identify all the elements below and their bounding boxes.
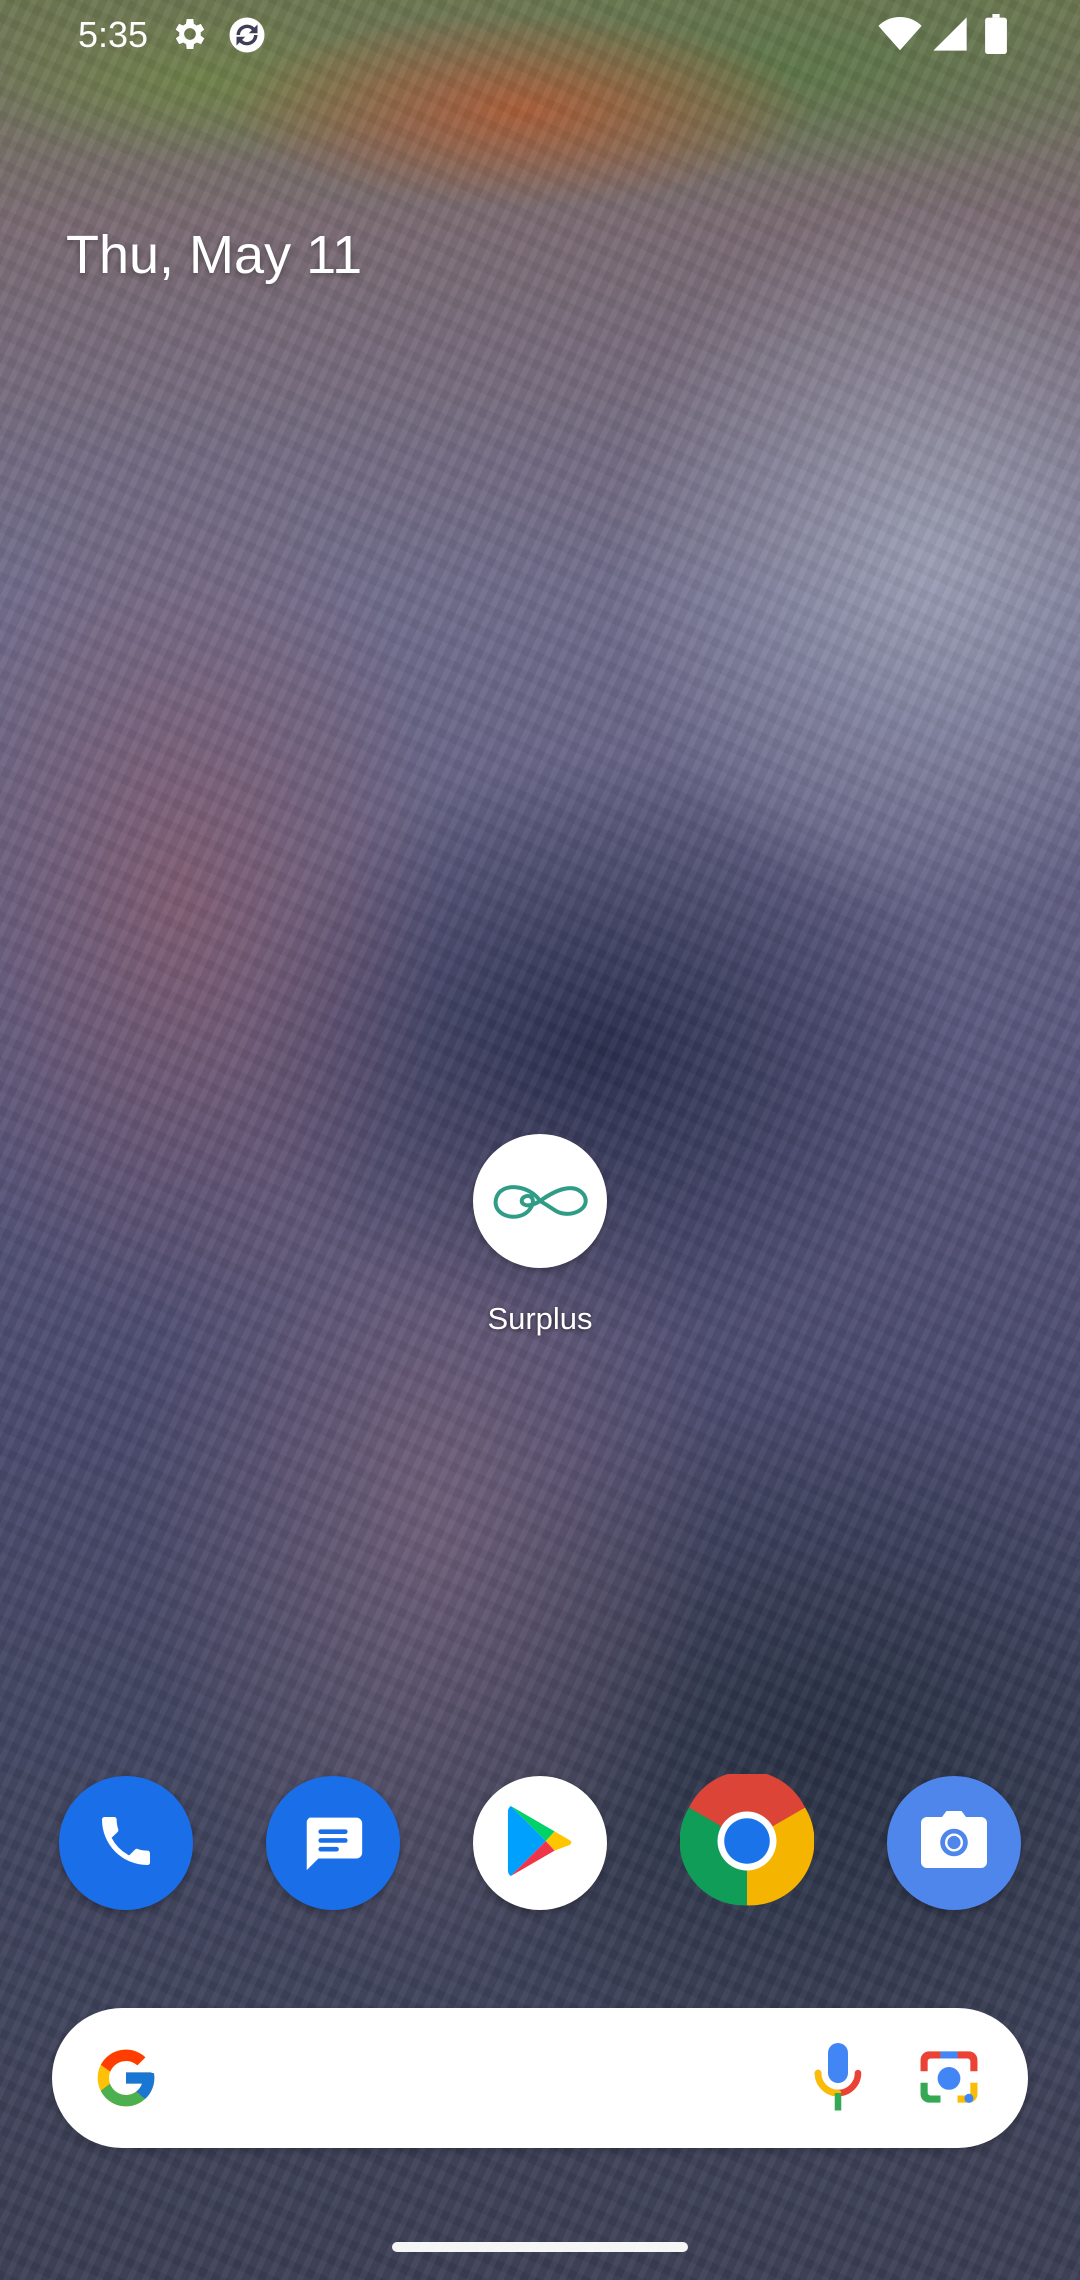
- wifi-icon: [878, 16, 922, 57]
- dock-phone-button[interactable]: [59, 1776, 193, 1910]
- status-bar: 5:35: [0, 0, 1080, 72]
- messages-icon: [298, 1806, 368, 1881]
- date-widget[interactable]: Thu, May 11: [66, 222, 362, 288]
- gear-icon: [170, 14, 210, 59]
- mic-icon[interactable]: [808, 2040, 868, 2121]
- status-time: 5:35: [78, 14, 149, 55]
- google-search-bar[interactable]: [52, 2008, 1028, 2148]
- camera-icon: [918, 1809, 990, 1878]
- signal-icon: [930, 14, 970, 59]
- dock-play-store-button[interactable]: [473, 1776, 607, 1910]
- phone-icon: [94, 1809, 158, 1878]
- dock-chrome-button[interactable]: [679, 1770, 815, 1913]
- gesture-navigation-handle[interactable]: [392, 2242, 688, 2252]
- lens-icon[interactable]: [912, 2042, 986, 2117]
- sync-icon: [226, 14, 268, 61]
- google-g-icon: [92, 2044, 160, 2117]
- play-store-icon: [505, 1803, 575, 1884]
- chrome-icon: [679, 1770, 815, 1913]
- dock-messages-button[interactable]: [266, 1776, 400, 1910]
- dock-camera-button[interactable]: [887, 1776, 1021, 1910]
- app-surplus[interactable]: Surplus: [440, 1134, 640, 1338]
- app-label-surplus: Surplus: [487, 1301, 593, 1336]
- surplus-infinity-icon[interactable]: [473, 1134, 607, 1268]
- battery-icon: [984, 14, 1008, 59]
